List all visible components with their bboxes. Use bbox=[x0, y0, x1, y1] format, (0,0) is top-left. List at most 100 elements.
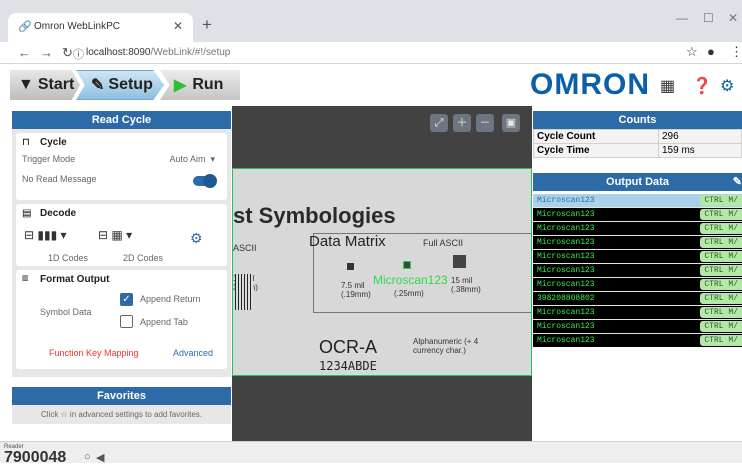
reload-icon[interactable]: ↻ bbox=[62, 45, 73, 61]
camera-view: ⤢ ＋ － ▣ st Symbologies ASCII Data Matrix… bbox=[232, 106, 532, 441]
decode-settings-icon[interactable]: ⚙ bbox=[190, 230, 203, 247]
url-field[interactable]: localhost:8090/WebLink/#!/setup bbox=[86, 47, 230, 58]
maximize-icon[interactable]: ☐ bbox=[703, 11, 714, 25]
decode-icon: ▤ bbox=[22, 208, 32, 219]
step-setup-button[interactable]: ✎ Setup bbox=[76, 70, 164, 100]
close-icon[interactable]: ✕ bbox=[173, 19, 183, 33]
table-row: Cycle Time 159 ms bbox=[533, 143, 742, 158]
profile-icon[interactable]: ● bbox=[707, 44, 715, 59]
decode-card: ▤ Decode ⊟ ▮▮▮ ▾ ⊟ ▦ ▾ 1D Codes 2D Codes… bbox=[16, 204, 227, 266]
function-key-mapping-link[interactable]: Function Key Mapping bbox=[49, 348, 139, 358]
cycle-title: Cycle bbox=[40, 137, 67, 148]
gear-icon[interactable]: ⚙ bbox=[720, 76, 734, 96]
step-run-button[interactable]: ▶ Run bbox=[160, 70, 240, 100]
address-bar: ← → ↻ ⓘ localhost:8090/WebLink/#!/setup … bbox=[0, 42, 742, 64]
datamatrix-large bbox=[453, 255, 466, 268]
list-item[interactable]: Microscan123 CTRL M/ bbox=[533, 208, 742, 221]
count-value: 296 bbox=[658, 129, 742, 144]
image-mil-b: (.25mm) bbox=[394, 289, 424, 298]
list-item[interactable]: Microscan123 CTRL M/ bbox=[533, 320, 742, 333]
barcode-1d-icon: ▮▮▮ bbox=[37, 228, 58, 242]
image-barcode bbox=[235, 274, 253, 310]
decoded-overlay: Microscan123 bbox=[373, 273, 448, 287]
count-label: Cycle Time bbox=[533, 143, 659, 158]
link-icon: 🔗 bbox=[18, 21, 32, 33]
no-read-label: No Read Message bbox=[22, 174, 97, 184]
trigger-mode-select[interactable]: Auto Aim ▾ bbox=[169, 154, 215, 165]
setup-icon: ✎ bbox=[91, 77, 105, 94]
captured-image: st Symbologies ASCII Data Matrix Full AS… bbox=[232, 168, 532, 376]
play-icon: ▶ bbox=[174, 77, 187, 94]
omron-logo: OMRON bbox=[530, 68, 650, 101]
menu-icon[interactable]: ⋮ bbox=[730, 44, 742, 60]
no-read-toggle[interactable] bbox=[193, 174, 217, 188]
fit-icon[interactable]: ⤢ bbox=[430, 114, 448, 132]
star-icon[interactable]: ☆ bbox=[686, 44, 698, 60]
list-item[interactable]: Microscan123 CTRL M/ bbox=[533, 264, 742, 277]
read-cycle-header: Read Cycle bbox=[12, 111, 231, 129]
counts-table: Cycle Count 296 Cycle Time 159 ms bbox=[533, 129, 742, 158]
1d-codes-control[interactable]: ⊟ ▮▮▮ ▾ bbox=[24, 228, 67, 242]
sound-icon[interactable]: ◀ bbox=[96, 451, 104, 464]
image-ascii-label: ASCII bbox=[233, 243, 257, 253]
list-item[interactable]: Microscan123 CTRL M/ bbox=[533, 306, 742, 319]
zoom-out-icon[interactable]: － bbox=[476, 114, 494, 132]
favorites-header: Favorites bbox=[12, 387, 231, 405]
cycle-card: ⊓ Cycle Trigger Mode Auto Aim ▾ No Read … bbox=[16, 133, 227, 200]
append-tab-checkbox[interactable] bbox=[120, 315, 133, 328]
browser-tab-strip: 🔗 Omron WebLinkPC ✕ + — ☐ ✕ bbox=[0, 0, 742, 42]
image-ocr-desc: Alphanumeric (+ 4 currency char.) bbox=[413, 337, 479, 355]
list-item[interactable]: 398208808802 CTRL M/ bbox=[533, 292, 742, 305]
qr-icon[interactable]: ▦ bbox=[660, 76, 675, 96]
image-dm-ascii: Full ASCII bbox=[423, 238, 464, 248]
count-label: Cycle Count bbox=[533, 129, 659, 144]
datamatrix-target bbox=[403, 261, 411, 269]
table-row: Cycle Count 296 bbox=[533, 129, 742, 144]
format-icon: ▥ bbox=[22, 275, 29, 282]
back-icon[interactable]: ← bbox=[18, 45, 31, 60]
list-item[interactable]: Microscan123 CTRL M/ bbox=[533, 250, 742, 263]
image-mil-c: 15 mil (.38mm) bbox=[451, 276, 481, 294]
list-item[interactable]: Microscan123 CTRL M/ bbox=[533, 236, 742, 249]
save-image-icon[interactable]: ▣ bbox=[502, 114, 520, 132]
forward-icon[interactable]: → bbox=[40, 45, 53, 60]
light-icon[interactable]: ○ bbox=[84, 451, 91, 463]
minimize-icon[interactable]: — bbox=[676, 11, 688, 25]
output-list: Microscan123 CTRL M/ Microscan123 CTRL M/ … bbox=[533, 194, 742, 347]
new-tab-icon[interactable]: + bbox=[202, 15, 212, 35]
zoom-in-icon[interactable]: ＋ bbox=[453, 114, 471, 132]
append-return-checkbox[interactable]: ✓ bbox=[120, 293, 133, 306]
image-ocr-sample: 1234ABDE bbox=[319, 359, 377, 373]
image-mil-a: 7.5 mil (.19mm) bbox=[341, 281, 371, 299]
window-close-icon[interactable]: ✕ bbox=[728, 11, 738, 25]
tab-title: Omron WebLinkPC bbox=[34, 21, 120, 32]
advanced-link[interactable]: Advanced bbox=[173, 348, 213, 358]
status-footer: Reader 7900048 ○ ◀ bbox=[0, 441, 742, 466]
image-headline: st Symbologies bbox=[233, 203, 396, 228]
datamatrix-small bbox=[347, 263, 354, 270]
append-return-label: Append Return bbox=[140, 294, 201, 304]
trigger-mode-label: Trigger Mode bbox=[22, 154, 76, 164]
clear-icon[interactable]: ✎ bbox=[733, 173, 742, 191]
count-value: 159 ms bbox=[658, 143, 742, 158]
list-item[interactable]: Microscan123 CTRL M/ bbox=[533, 278, 742, 291]
format-output-card: ▥ Format Output Symbol Data ✓ Append Ret… bbox=[16, 270, 227, 369]
browser-tab[interactable]: 🔗 Omron WebLinkPC ✕ bbox=[8, 13, 193, 42]
list-item[interactable]: Microscan123 CTRL M/ bbox=[533, 222, 742, 235]
right-panel: Counts Cycle Count 296 Cycle Time 159 ms… bbox=[533, 111, 742, 441]
list-item[interactable]: Microscan123 CTRL M/ bbox=[533, 334, 742, 347]
read-cycle-body: ⊓ Cycle Trigger Mode Auto Aim ▾ No Read … bbox=[12, 129, 231, 377]
scanner-icon: ▼ bbox=[18, 76, 34, 93]
help-icon[interactable]: ❓ bbox=[692, 76, 712, 96]
image-dm-title: Data Matrix bbox=[309, 233, 386, 250]
step-start-button[interactable]: ▼ Start bbox=[10, 70, 80, 100]
list-item[interactable]: Microscan123 CTRL M/ bbox=[533, 194, 742, 207]
pulse-icon: ⊓ bbox=[22, 137, 30, 148]
2d-codes-label: 2D Codes bbox=[123, 253, 164, 263]
info-icon[interactable]: ⓘ bbox=[73, 46, 84, 62]
2d-codes-control[interactable]: ⊟ ▦ ▾ bbox=[98, 228, 132, 242]
left-panel: Read Cycle ⊓ Cycle Trigger Mode Auto Aim… bbox=[12, 111, 231, 441]
reader-id: 7900048 bbox=[4, 449, 67, 466]
output-data-header: Output Data ✎ bbox=[533, 173, 742, 191]
barcode-2d-icon: ▦ bbox=[111, 228, 123, 242]
